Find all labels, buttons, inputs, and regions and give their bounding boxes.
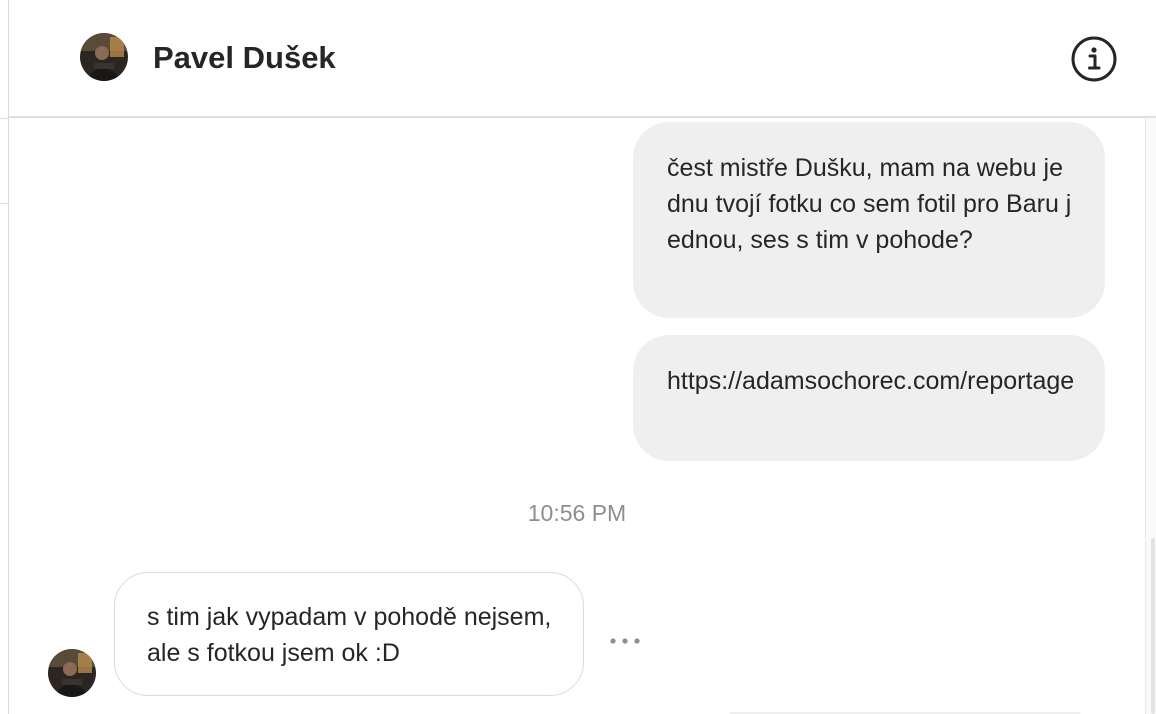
info-button[interactable]	[1069, 34, 1119, 84]
message-more-button[interactable]	[605, 624, 645, 658]
sender-avatar[interactable]	[48, 649, 96, 697]
contact-name[interactable]: Pavel Dušek	[153, 40, 336, 76]
contact-avatar[interactable]	[80, 33, 128, 81]
info-icon	[1071, 36, 1117, 82]
scrollbar-thumb[interactable]	[1151, 538, 1155, 714]
message-thread[interactable]: čest mistře Dušku, mam na webu jednu tvo…	[9, 118, 1145, 714]
conversation-list-edge	[0, 0, 9, 714]
chat-header: Pavel Dušek	[9, 0, 1156, 118]
divider	[0, 118, 8, 119]
scrollbar[interactable]	[1145, 118, 1156, 714]
message-outgoing[interactable]: čest mistře Dušku, mam na webu jednu tvo…	[633, 122, 1105, 318]
chat-window: Pavel Dušek čest mistře Dušku, mam na we…	[0, 0, 1156, 714]
message-outgoing-link[interactable]: https://adamsochorec.com/reportage	[633, 335, 1105, 461]
message-incoming[interactable]: s tim jak vypadam v pohodě nejsem, ale s…	[114, 572, 584, 696]
message-timestamp: 10:56 PM	[527, 500, 627, 526]
divider	[0, 203, 8, 204]
more-options-icon	[610, 638, 640, 644]
